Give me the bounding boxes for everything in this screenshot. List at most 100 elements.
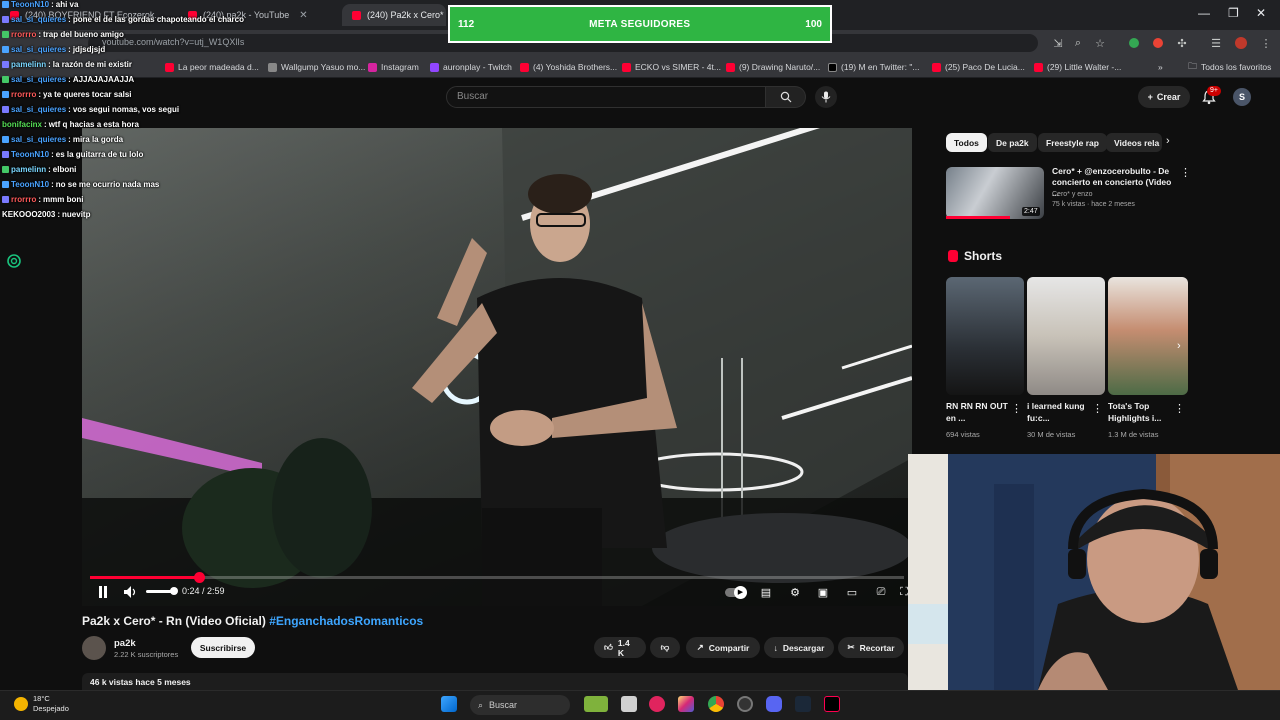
steam-icon[interactable] <box>795 696 811 712</box>
share-button[interactable]: ↗ Compartir <box>686 637 760 658</box>
share-label: Compartir <box>708 642 750 653</box>
subscribe-button[interactable]: Suscribirse <box>191 637 255 658</box>
more-actions-icon[interactable]: ⋮ <box>1180 166 1191 179</box>
chip-videos-relacionados[interactable]: Videos rela <box>1106 133 1162 152</box>
extension-red-icon[interactable] <box>1150 35 1166 51</box>
reading-list-icon[interactable]: ☰ <box>1208 35 1224 51</box>
extension-green-icon[interactable] <box>1126 35 1142 51</box>
recommended-meta: Cero* y enzo 75 k vistas · hace 2 meses <box>1052 190 1135 210</box>
close-window-icon[interactable]: ✕ <box>1256 6 1266 20</box>
chips-next-chevron-icon[interactable]: › <box>1166 135 1170 147</box>
bookmark-item[interactable]: (25) Paco De Lucia... <box>932 59 1025 75</box>
bookmark-item[interactable]: ECKO vs SIMER - 4t... <box>622 59 721 75</box>
short-thumbnail[interactable] <box>1027 277 1105 395</box>
all-bookmarks-label: Todos los favoritos <box>1201 62 1272 72</box>
autoplay-toggle[interactable]: ▶ <box>724 584 748 600</box>
like-button[interactable]: 👍︎ 1.4 K <box>594 637 646 658</box>
twitch-icon <box>430 62 439 72</box>
tiktok-icon[interactable] <box>824 696 840 712</box>
short-title[interactable]: i learned kung fu:c... <box>1027 400 1097 424</box>
short-title[interactable]: RN RN RN OUT en ... <box>946 400 1016 424</box>
volume-handle[interactable] <box>170 587 178 595</box>
chat-text: mira la gorda <box>72 135 124 144</box>
search-input[interactable]: Buscar <box>446 86 766 108</box>
chip-de-pa2k[interactable]: De pa2k <box>988 133 1037 152</box>
all-bookmarks[interactable]: 🗀 Todos los favoritos <box>1188 59 1271 75</box>
cast-icon[interactable]: ⎚ <box>872 584 890 600</box>
chat-username: sal_si_quieres <box>11 45 67 54</box>
settings-gear-icon[interactable]: ⚙ <box>786 584 804 600</box>
miniplayer-icon[interactable]: ▣ <box>814 584 832 600</box>
short-more-icon[interactable]: ⋮ <box>1092 402 1103 415</box>
bookmark-item[interactable]: (29) Little Walter -... <box>1034 59 1121 75</box>
minimize-icon[interactable]: — <box>1198 6 1210 20</box>
app-red-icon[interactable] <box>649 696 665 712</box>
chip-todos[interactable]: Todos <box>946 133 987 152</box>
install-app-icon[interactable]: ⇲ <box>1050 35 1066 51</box>
clip-button[interactable]: ✂ Recortar <box>838 637 904 658</box>
channel-avatar[interactable] <box>82 636 106 660</box>
chat-separator: : <box>48 60 51 69</box>
bookmark-item[interactable]: (4) Yoshida Brothers... <box>520 59 617 75</box>
extensions-puzzle-icon[interactable]: ✣ <box>1174 35 1190 51</box>
account-avatar[interactable]: S <box>1233 88 1251 106</box>
search-button[interactable] <box>766 86 806 108</box>
subtitles-icon[interactable]: ▤ <box>757 584 775 600</box>
taskbar-search[interactable]: ⌕ Buscar <box>470 695 570 715</box>
youtube-favicon-icon <box>352 10 361 20</box>
bookmark-label: (4) Yoshida Brothers... <box>533 62 618 72</box>
chrome-icon[interactable] <box>708 696 724 712</box>
shorts-next-chevron-icon[interactable]: › <box>1177 340 1181 352</box>
seek-bar[interactable] <box>90 576 904 579</box>
chat-badge-icon <box>2 31 9 38</box>
weather-sun-icon[interactable] <box>14 697 28 711</box>
pause-button[interactable] <box>94 584 112 600</box>
notepad-icon[interactable] <box>621 696 637 712</box>
bookmark-star-icon[interactable]: ☆ <box>1092 35 1108 51</box>
theater-mode-icon[interactable]: ▭ <box>843 584 861 600</box>
windows-start-icon[interactable] <box>441 696 457 712</box>
chat-username: KEKOOO2003 <box>2 210 56 219</box>
bookmark-item[interactable]: (9) Drawing Naruto/... <box>726 59 820 75</box>
profile-avatar-icon[interactable] <box>1233 35 1249 51</box>
stream-chat-overlay: TeoonN10: ahi va sal_si_quieres: pone el de… <box>0 0 300 222</box>
short-thumbnail[interactable] <box>1108 277 1188 395</box>
goal-target: 100 <box>805 18 822 30</box>
download-button[interactable]: ↓ Descargar <box>764 637 834 658</box>
zoom-icon[interactable]: ⌕ <box>1070 35 1086 51</box>
bookmark-item[interactable]: (19) M en Twitter: "... <box>828 59 919 75</box>
maximize-icon[interactable]: ❐ <box>1228 6 1239 20</box>
widget-image-icon[interactable] <box>584 696 608 712</box>
chip-freestyle-rap[interactable]: Freestyle rap <box>1038 133 1107 152</box>
short-thumbnail[interactable] <box>946 277 1024 395</box>
openai-logo-icon[interactable] <box>5 252 23 270</box>
chat-separator: : <box>68 15 71 24</box>
chat-text: no se me ocurrio nada mas <box>55 180 160 189</box>
clip-label: Recortar <box>859 642 895 653</box>
chat-badge-icon <box>2 136 9 143</box>
seek-handle[interactable] <box>194 572 206 583</box>
channel-name[interactable]: pa2k <box>114 638 136 649</box>
chat-username: sal_si_quieres <box>11 75 67 84</box>
bookmark-item[interactable]: auronplay - Twitch <box>430 59 512 75</box>
chat-username: rrorrro <box>11 90 37 99</box>
more-bookmarks-chevron-icon[interactable]: » <box>1158 59 1163 75</box>
volume-button[interactable] <box>122 584 140 600</box>
menu-kebab-icon[interactable]: ⋮ <box>1258 35 1274 51</box>
hashtag-link[interactable]: #EnganchadosRomanticos <box>269 614 423 628</box>
obs-icon[interactable] <box>737 696 753 712</box>
short-title[interactable]: Tota's Top Highlights i... <box>1108 400 1178 424</box>
dislike-button[interactable]: 👎︎ <box>650 637 680 658</box>
browser-tab-active[interactable]: (240) Pa2k x Cero* - Rn <box>342 4 446 26</box>
short-more-icon[interactable]: ⋮ <box>1174 402 1185 415</box>
create-button[interactable]: + Crear <box>1138 86 1190 108</box>
voice-search-button[interactable] <box>815 86 837 108</box>
bookmark-item[interactable]: Instagram <box>368 59 419 75</box>
short-more-icon[interactable]: ⋮ <box>1011 402 1022 415</box>
instagram-icon[interactable] <box>678 696 694 712</box>
discord-icon[interactable] <box>766 696 782 712</box>
close-tab-icon[interactable]: ✕ <box>299 10 307 21</box>
chat-message: TeoonN10: es la guitarra de tu lolo <box>2 150 143 159</box>
chat-username: TeoonN10 <box>11 150 50 159</box>
weather-widget[interactable]: 18°C Despejado <box>33 694 69 714</box>
